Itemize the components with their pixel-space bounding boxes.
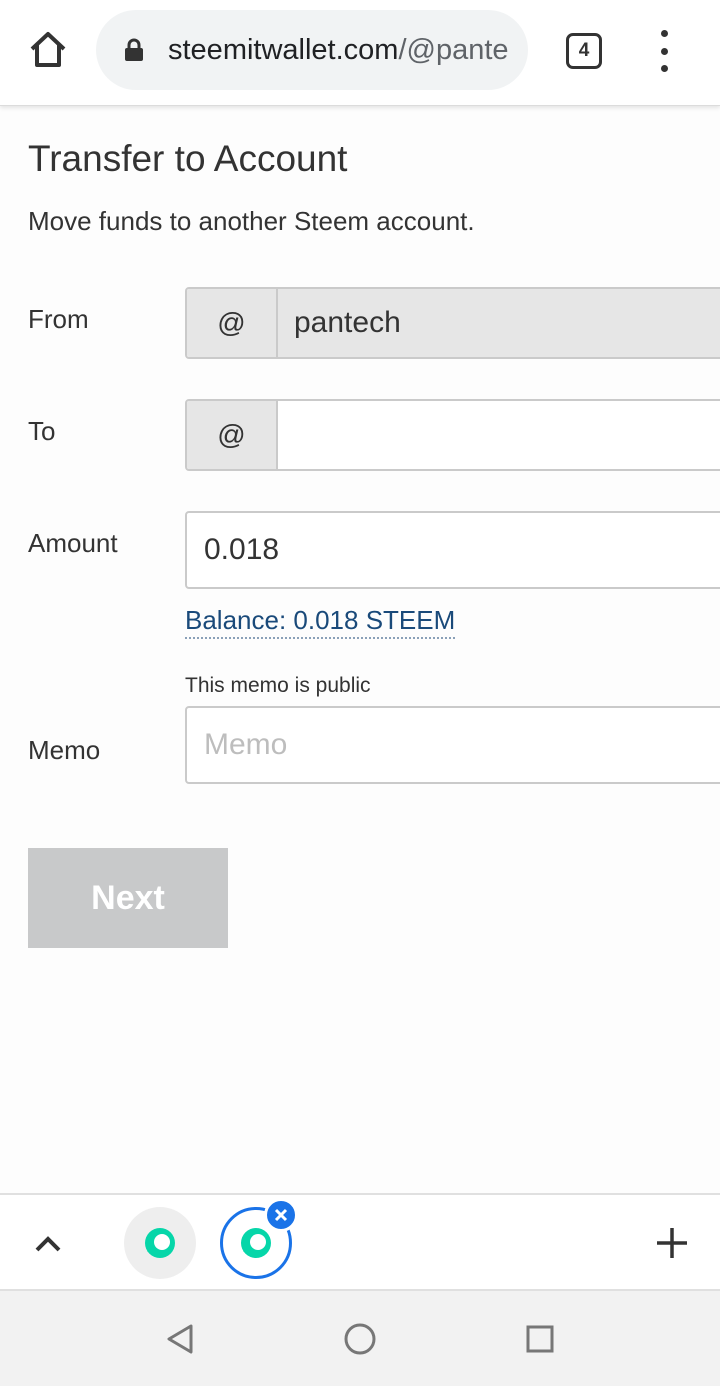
back-triangle-icon	[167, 1324, 193, 1354]
chevron-up-icon	[35, 1236, 61, 1252]
home-icon	[30, 32, 66, 67]
browser-toolbar: steemitwallet.com/@pantech 4	[0, 0, 720, 106]
recents-button[interactable]	[522, 1321, 558, 1357]
tab-count: 4	[578, 40, 590, 61]
close-tab-button[interactable]	[264, 1198, 298, 1232]
home-button[interactable]	[22, 24, 74, 76]
menu-dot	[660, 30, 668, 37]
at-prefix: @	[187, 401, 278, 469]
url-path: /@pantech	[398, 34, 508, 66]
amount-input[interactable]: 0.018	[185, 511, 720, 589]
memo-label: Memo	[28, 735, 101, 765]
from-input: pantech	[278, 289, 720, 357]
tab-thumbnail[interactable]	[124, 1207, 196, 1279]
close-icon	[274, 1208, 288, 1222]
plus-icon	[657, 1228, 687, 1258]
amount-label: Amount	[28, 528, 118, 558]
home-circle-icon	[344, 1323, 376, 1355]
new-tab-button[interactable]	[650, 1221, 694, 1265]
from-label: From	[28, 304, 89, 334]
to-label: To	[28, 416, 56, 446]
url-text: steemitwallet.com/@pantech	[168, 31, 508, 69]
page-description: Move funds to another Steem account.	[28, 206, 475, 236]
from-field: @ pantech	[185, 287, 720, 359]
url-domain: steemitwallet.com	[168, 34, 399, 66]
to-field[interactable]: @	[185, 399, 720, 471]
next-button[interactable]: Next	[28, 848, 228, 948]
more-vert-icon[interactable]	[646, 30, 682, 72]
menu-dot	[660, 65, 668, 72]
collapse-tabs-button[interactable]	[28, 1225, 68, 1265]
amount-value: 0.018	[204, 533, 280, 566]
at-prefix: @	[187, 289, 278, 357]
back-button[interactable]	[162, 1321, 198, 1357]
tab-strip	[0, 1193, 720, 1291]
page-title: Transfer to Account	[28, 138, 348, 179]
steemit-favicon	[241, 1228, 271, 1258]
home-nav-button[interactable]	[342, 1321, 378, 1357]
tab-switcher-button[interactable]: 4	[566, 33, 602, 69]
recents-square-icon	[526, 1325, 554, 1353]
memo-placeholder: Memo	[204, 728, 288, 761]
memo-public-note: This memo is public	[185, 674, 371, 697]
system-nav-bar	[0, 1291, 720, 1386]
balance-link[interactable]: Balance: 0.018 STEEM	[185, 603, 456, 639]
memo-input[interactable]: Memo	[185, 706, 720, 784]
menu-dot	[660, 47, 668, 55]
lock-icon	[125, 38, 143, 61]
steemit-favicon	[145, 1228, 175, 1258]
address-bar[interactable]: steemitwallet.com/@pantech	[96, 10, 528, 90]
to-input[interactable]	[278, 401, 720, 469]
